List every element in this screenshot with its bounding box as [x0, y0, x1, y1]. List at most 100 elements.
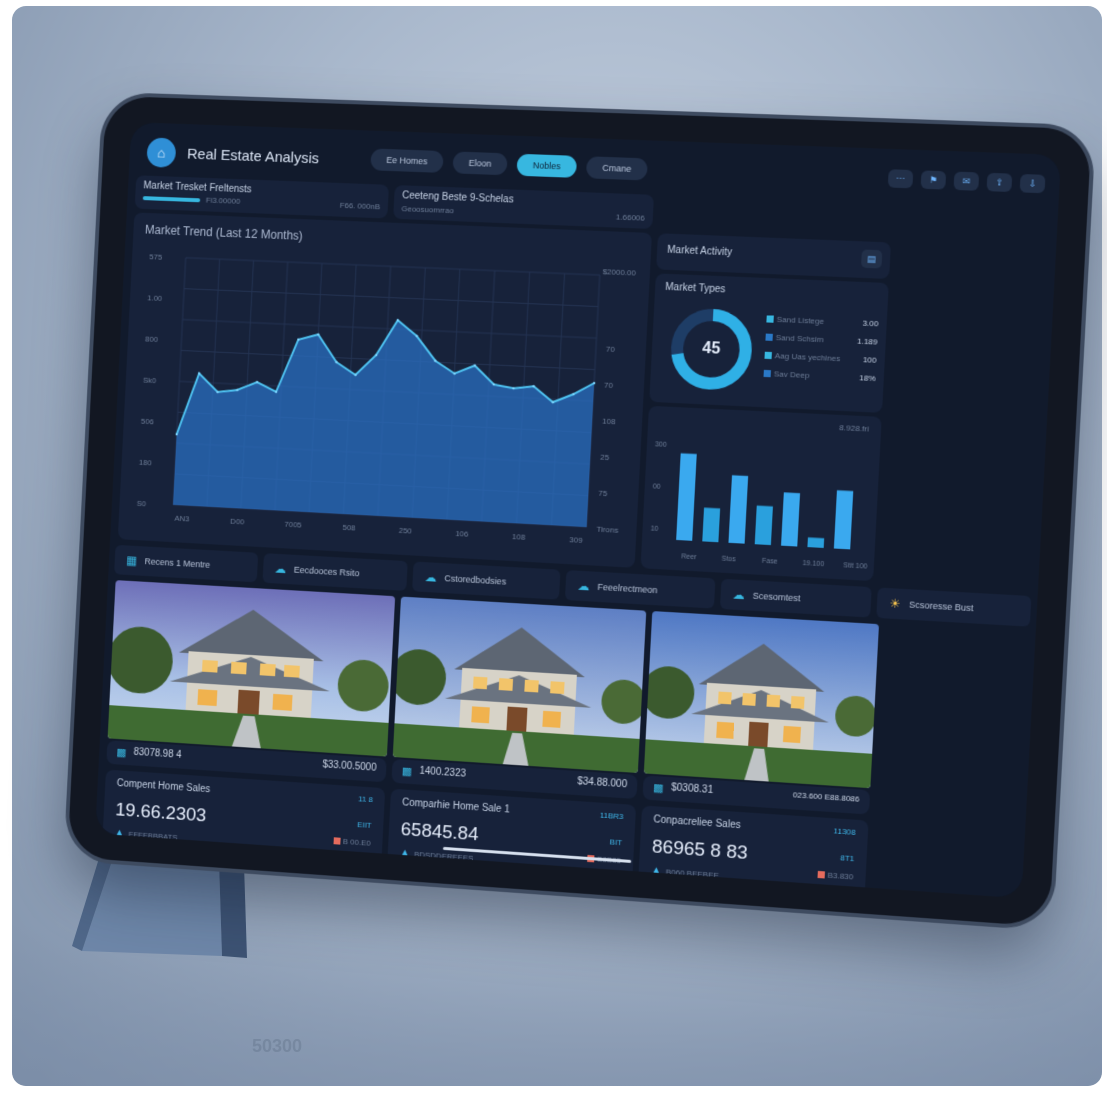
listing-photo[interactable] — [393, 597, 647, 773]
trend-strip-right-value: 1.66006 — [616, 213, 645, 223]
sales-main-value: 19.66.2303 — [115, 800, 207, 828]
category-item[interactable]: ☀ Scsoresse Bust — [877, 588, 1032, 627]
listing-price: $34.88.000 — [577, 776, 627, 790]
sales-tag: 11308 — [833, 826, 856, 837]
listing-price: $33.00.5000 — [322, 759, 377, 773]
bar-x-label: Reer — [681, 553, 697, 561]
activity-bar — [834, 490, 853, 549]
x-tick-label: AN3 — [174, 514, 190, 524]
category-item[interactable]: ☁ Cstoredbodsies — [412, 562, 560, 600]
category-item[interactable]: ☁ Scesomtest — [720, 579, 872, 618]
legend-label: Sand Schsim — [775, 333, 823, 344]
right-tick-label: 70 — [604, 380, 614, 390]
flag-icon[interactable]: ⚑ — [921, 170, 947, 189]
sales-main-tag: EIIT — [357, 820, 372, 830]
listing-photo[interactable] — [644, 611, 879, 788]
category-item[interactable]: ▦ Recens 1 Mentre — [114, 545, 258, 582]
trend-strip-right: Ceeteng Beste 9-Schelas Geoosuomrrao 1.6… — [393, 185, 654, 229]
ellipsis-icon[interactable]: ⋯ — [888, 169, 914, 188]
house-logo-icon[interactable]: ⌂ — [146, 137, 176, 167]
category-label: Eecdooces Rsito — [294, 565, 360, 579]
market-activity-title: Market Activity — [667, 245, 732, 259]
x-tick-label: 250 — [399, 526, 413, 536]
category-label: Recens 1 Mentre — [144, 556, 210, 570]
y-tick-label: 180 — [139, 458, 153, 468]
sales-title: Compent Home Sales — [116, 778, 210, 795]
right-tick-label: 25 — [600, 453, 610, 463]
grid-line — [184, 289, 598, 307]
y-tick-label: 575 — [149, 252, 163, 262]
tab-cmane[interactable]: Cmane — [586, 156, 648, 180]
activity-bar — [755, 506, 773, 546]
right-tick-label: 75 — [598, 489, 608, 499]
sales-right-value: B3.830 — [827, 871, 853, 882]
legend-row: Aag Uas yechines 100 — [764, 351, 876, 365]
market-trend-panel: Market Trend (Last 12 Months) $2000.00 S… — [118, 212, 652, 567]
legend-row: Sand Listege 3.00 — [766, 314, 878, 328]
app-title: Real Estate Analysis — [187, 145, 320, 167]
tab-nobles[interactable]: Nobles — [517, 154, 578, 178]
activity-bar-panel: 8.928.fri 300 00 10 Reer Stos Fase 19.100 Stit … — [641, 406, 882, 581]
chart-icon: ▦ — [126, 553, 138, 567]
trend-strip-left-value: F66. 000nB — [340, 201, 381, 211]
sales-title: Comparhie Home Sale 1 — [402, 797, 510, 815]
calendar-icon[interactable]: ▤ — [861, 249, 882, 268]
cloud-icon: ☁ — [732, 587, 745, 602]
trend-area — [173, 311, 597, 527]
bar-y-label: 00 — [653, 483, 661, 491]
y-tick-label: S0 — [137, 499, 147, 508]
sales-right-1: B3.830 — [817, 870, 854, 882]
bar-y-label: 300 — [655, 441, 667, 449]
bar-x-label: Stos — [721, 555, 736, 563]
donut-value: 45 — [664, 302, 759, 397]
home-price-icon: ▩ — [653, 781, 664, 795]
red-badge-icon — [817, 871, 824, 879]
home-price-icon: ▩ — [401, 765, 412, 779]
share-icon[interactable]: ⇪ — [986, 173, 1012, 192]
right-tick-label: 70 — [606, 344, 616, 354]
trend-strip-left: Market Tresket Freltensts Fi3.00000 F66.… — [135, 175, 389, 218]
red-badge-icon — [333, 838, 340, 845]
category-label: Scesomtest — [752, 591, 800, 604]
category-label: Feeelrectmeon — [597, 582, 657, 595]
legend-label: Aag Uas yechines — [775, 351, 841, 363]
x-tick-label: 7005 — [284, 520, 302, 530]
trend-strip-left-label: Market Tresket Freltensts — [143, 180, 252, 195]
y-tick-label: 1.00 — [147, 293, 163, 303]
grid-line — [186, 258, 600, 275]
market-types-panel: Market Types 45 Sand Listege 3.00 Sand Sc… — [649, 273, 889, 413]
legend-row: Sav Deep 18% — [763, 369, 875, 383]
tab-eloon[interactable]: Eloon — [452, 151, 507, 175]
tablet: ⌂ Real Estate Analysis Ee Homes Eloon No… — [67, 96, 1091, 927]
trend-progress-bar — [143, 196, 201, 202]
dashboard-screen: ⌂ Real Estate Analysis Ee Homes Eloon No… — [95, 122, 1061, 898]
activity-bar-chart: 3000010Reer Stos Fase 19.100 Stit 100 — [641, 406, 882, 581]
activity-bar — [728, 475, 748, 544]
bar-x-label: Stit 100 — [843, 562, 868, 571]
right-tick-label: Tirons — [596, 525, 618, 535]
sales-main-value: 86965 8 83 — [651, 836, 748, 865]
legend-value: 100 — [863, 355, 877, 365]
listing-price: 023.600 E88.8086 — [793, 790, 860, 803]
house-image — [108, 580, 396, 756]
sun-icon: ☀ — [889, 596, 901, 611]
x-tick-label: D00 — [230, 517, 245, 527]
legend-label: Sav Deep — [774, 369, 810, 380]
tab-homes[interactable]: Ee Homes — [370, 148, 444, 172]
y-tick-label: Sk0 — [143, 376, 157, 386]
sales-tag: 11BR3 — [599, 811, 623, 822]
mail-icon[interactable]: ✉ — [953, 172, 979, 191]
listing-photo[interactable] — [108, 580, 396, 756]
x-tick-label: 106 — [455, 529, 469, 539]
house-image — [644, 611, 879, 788]
download-icon[interactable]: ⇩ — [1020, 174, 1046, 193]
sales-main-tag: 8T1 — [840, 853, 855, 863]
sales-main-value: 65845.84 — [400, 819, 479, 846]
market-types-legend: Sand Listege 3.00 Sand Schsim 1.189 Aag Ua… — [763, 314, 878, 383]
activity-bar — [807, 537, 824, 548]
activity-bar — [676, 453, 697, 541]
activity-bar — [702, 508, 720, 543]
category-item[interactable]: ☁ Eecdooces Rsito — [262, 553, 408, 591]
legend-value: 1.189 — [857, 337, 878, 347]
category-item[interactable]: ☁ Feeelrectmeon — [565, 570, 715, 608]
